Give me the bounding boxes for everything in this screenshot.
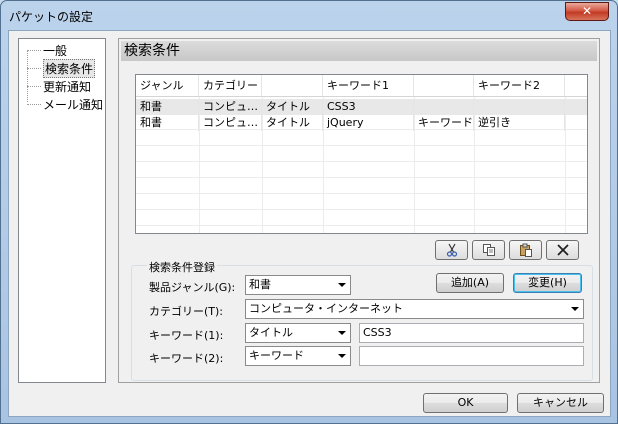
table-header: ジャンル カテゴリー キーワード1 キーワード2	[136, 75, 587, 97]
cell-category: コンピュ…	[199, 99, 262, 115]
cell-genre: 和書	[136, 99, 199, 115]
keyword2-type-select[interactable]: キーワード	[245, 346, 351, 366]
chevron-down-icon	[571, 307, 579, 311]
cut-button[interactable]	[435, 240, 468, 260]
chevron-down-icon	[338, 331, 346, 335]
cell-keyword1: jQuery	[323, 115, 414, 131]
genre-label: 製品ジャンル(G):	[149, 281, 236, 294]
tree-branch	[27, 67, 41, 69]
close-icon: ✕	[581, 4, 593, 18]
keyword1-input[interactable]: CSS3	[359, 323, 584, 343]
keyword2-label: キーワード(2):	[149, 352, 224, 365]
window-title: パケットの設定	[9, 10, 94, 24]
nav-item-mail-notify[interactable]: メール通知	[27, 96, 103, 112]
table-row[interactable]: 和書 コンピュ… タイトル CSS3	[136, 99, 587, 115]
genre-select-value: 和書	[249, 278, 271, 291]
column-header-keyword2[interactable]: キーワード2	[474, 75, 565, 96]
table-row[interactable]: 和書 コンピュ… タイトル jQuery キーワード 逆引き	[136, 115, 587, 131]
nav-item-label: 更新通知	[43, 79, 92, 94]
cell-keyword1: CSS3	[323, 99, 414, 115]
change-button[interactable]: 変更(H)	[513, 273, 582, 293]
conditions-table[interactable]: ジャンル カテゴリー キーワード1 キーワード2 和書 コンピュ… タイトル C…	[135, 74, 588, 234]
keyword1-type-value: タイトル	[249, 326, 293, 339]
add-button[interactable]: 追加(A)	[436, 273, 504, 293]
column-header-keyword2-type[interactable]	[414, 75, 474, 96]
paste-icon	[519, 243, 532, 257]
genre-select[interactable]: 和書	[245, 275, 351, 295]
cell-keyword2	[474, 99, 565, 115]
cancel-button[interactable]: キャンセル	[517, 393, 604, 413]
cell-category: コンピュ…	[199, 115, 262, 131]
category-select-value: コンピュータ・インターネット	[249, 302, 403, 315]
cell-keyword2-type: キーワード	[414, 115, 474, 131]
category-select[interactable]: コンピュータ・インターネット	[245, 299, 584, 319]
column-header-keyword1[interactable]: キーワード1	[323, 75, 414, 96]
tree-branch	[27, 103, 41, 105]
chevron-down-icon	[338, 354, 346, 358]
cell-keyword2-type	[414, 99, 474, 115]
nav-item-label: 一般	[43, 43, 68, 58]
delete-x-icon	[556, 244, 569, 256]
keyword2-input[interactable]	[359, 346, 584, 366]
scissors-icon	[446, 243, 457, 257]
dialog-window: パケットの設定 ✕ 一般 検索条件 更新通知 メール通知 検索条件 ジャンル カ…	[0, 0, 618, 424]
keyword1-label: キーワード(1):	[149, 329, 224, 342]
close-button[interactable]: ✕	[565, 2, 609, 21]
tree-branch	[27, 49, 41, 51]
cell-genre: 和書	[136, 115, 199, 131]
column-header-keyword1-type[interactable]	[262, 75, 323, 96]
paste-button[interactable]	[509, 240, 542, 260]
keyword2-type-value: キーワード	[249, 349, 304, 362]
dialog-client-area: 一般 検索条件 更新通知 メール通知 検索条件 ジャンル カテゴリー キーワード…	[8, 30, 611, 417]
copy-icon	[482, 244, 495, 256]
cell-keyword2: 逆引き	[474, 115, 565, 131]
chevron-down-icon	[338, 283, 346, 287]
column-header-category[interactable]: カテゴリー	[199, 75, 262, 96]
title-bar[interactable]: パケットの設定 ✕	[1, 1, 617, 29]
keyword1-type-select[interactable]: タイトル	[245, 323, 351, 343]
search-conditions-panel: 検索条件 ジャンル カテゴリー キーワード1 キーワード2 和書 コンピュ… タ…	[118, 38, 600, 383]
column-header-genre[interactable]: ジャンル	[136, 75, 199, 96]
delete-button[interactable]	[546, 240, 579, 260]
nav-item-update-notify[interactable]: 更新通知	[27, 78, 91, 94]
cell-keyword1-type: タイトル	[262, 115, 323, 131]
registration-group-title: 検索条件登録	[147, 259, 217, 275]
category-label: カテゴリー(T):	[149, 305, 224, 318]
nav-item-label: メール通知	[43, 97, 104, 112]
nav-item-label: 検索条件	[43, 58, 96, 78]
settings-nav-tree: 一般 検索条件 更新通知 メール通知	[18, 38, 106, 383]
copy-button[interactable]	[472, 240, 505, 260]
cell-keyword1-type: タイトル	[262, 99, 323, 115]
panel-title: 検索条件	[121, 41, 597, 61]
tree-branch	[27, 85, 41, 87]
ok-button[interactable]: OK	[423, 393, 508, 413]
nav-item-general[interactable]: 一般	[27, 42, 67, 58]
nav-item-search-conditions[interactable]: 検索条件	[27, 58, 96, 78]
